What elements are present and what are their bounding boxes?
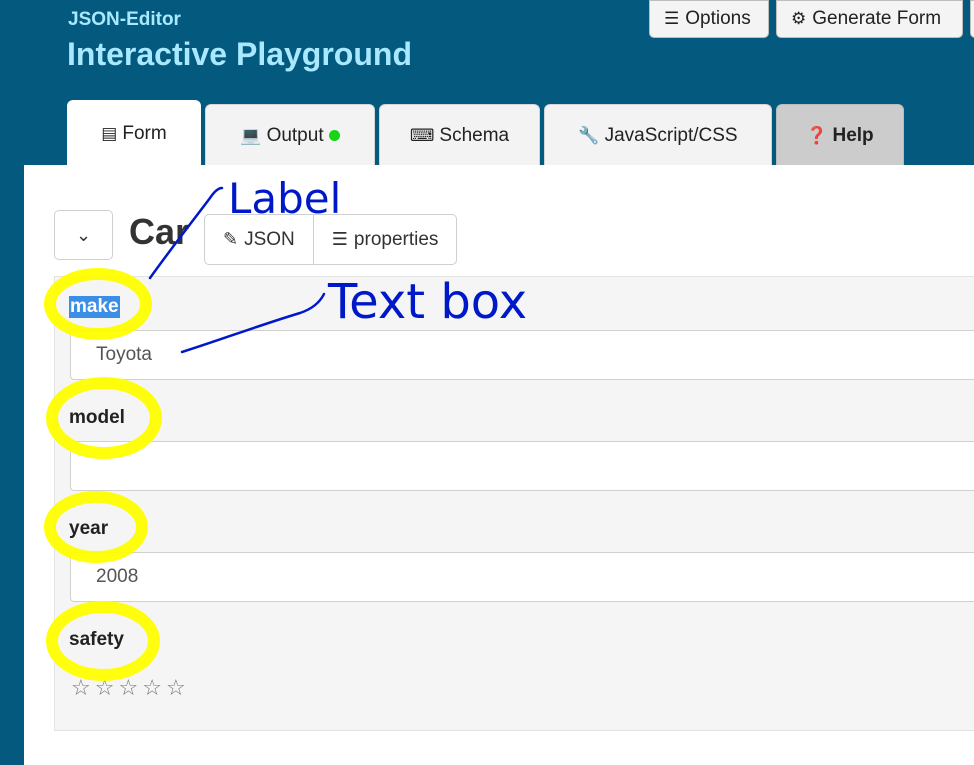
star-icon[interactable]: ☆ <box>166 675 186 701</box>
form-icon: ▤ <box>101 123 118 143</box>
properties-well: make model year safety ☆ ☆ ☆ ☆ ☆ <box>54 276 974 731</box>
object-title: Car <box>129 211 190 252</box>
field-label-make: make <box>69 296 120 318</box>
tab-schema-label: Schema <box>439 124 510 146</box>
tab-javascript-css-label: JavaScript/CSS <box>604 124 738 146</box>
field-label-model: model <box>69 407 125 428</box>
tab-output[interactable]: 💻 Output <box>205 104 375 166</box>
page-title: Interactive Playground <box>67 36 412 72</box>
tab-javascript-css[interactable]: 🔧 JavaScript/CSS <box>544 104 772 166</box>
make-input[interactable] <box>70 330 974 380</box>
status-indicator-icon <box>328 130 340 141</box>
tab-help-label: Help <box>832 124 874 146</box>
tab-form-label: Form <box>122 122 167 144</box>
star-icon[interactable]: ☆ <box>71 675 91 701</box>
generate-form-label: Generate Form <box>812 8 942 29</box>
object-button-group: ✎ JSON ☰ properties <box>204 214 458 265</box>
question-circle-icon: ❓ <box>806 125 828 145</box>
tab-schema[interactable]: ⌨ Schema <box>379 104 540 166</box>
wrench-icon: 🔧 <box>578 125 600 145</box>
properties-button[interactable]: ☰ properties <box>312 215 457 264</box>
star-icon[interactable]: ☆ <box>95 675 115 701</box>
pencil-icon: ✎ <box>223 229 239 249</box>
model-input[interactable] <box>70 441 974 491</box>
year-input[interactable] <box>70 552 974 602</box>
chevron-down-icon: ⌄ <box>75 224 92 245</box>
options-label: Options <box>685 8 751 29</box>
keyboard-icon: ⌨ <box>409 125 435 145</box>
tab-help[interactable]: ❓ Help <box>776 104 904 166</box>
gear-icon: ⚙ <box>791 9 807 28</box>
properties-label: properties <box>353 228 439 250</box>
menu-icon: ☰ <box>664 9 680 28</box>
form-panel: ⌄ Car ✎ JSON ☰ properties make model yea… <box>24 165 974 765</box>
edit-json-button[interactable]: ✎ JSON <box>205 215 313 264</box>
field-label-safety: safety <box>69 629 124 650</box>
collapse-button[interactable]: ⌄ <box>54 210 113 260</box>
brand-subtitle: JSON-Editor <box>68 9 181 30</box>
edit-json-label: JSON <box>244 228 295 250</box>
generate-form-button[interactable]: ⚙ Generate Form <box>776 0 963 38</box>
tab-output-label: Output <box>266 124 324 146</box>
star-icon[interactable]: ☆ <box>142 675 162 701</box>
options-button[interactable]: ☰ Options <box>649 0 769 38</box>
safety-rating[interactable]: ☆ ☆ ☆ ☆ ☆ <box>71 675 186 701</box>
star-icon[interactable]: ☆ <box>118 675 138 701</box>
list-icon: ☰ <box>331 229 348 249</box>
field-label-year: year <box>69 518 109 539</box>
extra-button[interactable] <box>970 0 974 38</box>
tab-form[interactable]: ▤ Form <box>67 100 201 166</box>
laptop-icon: 💻 <box>240 125 262 145</box>
